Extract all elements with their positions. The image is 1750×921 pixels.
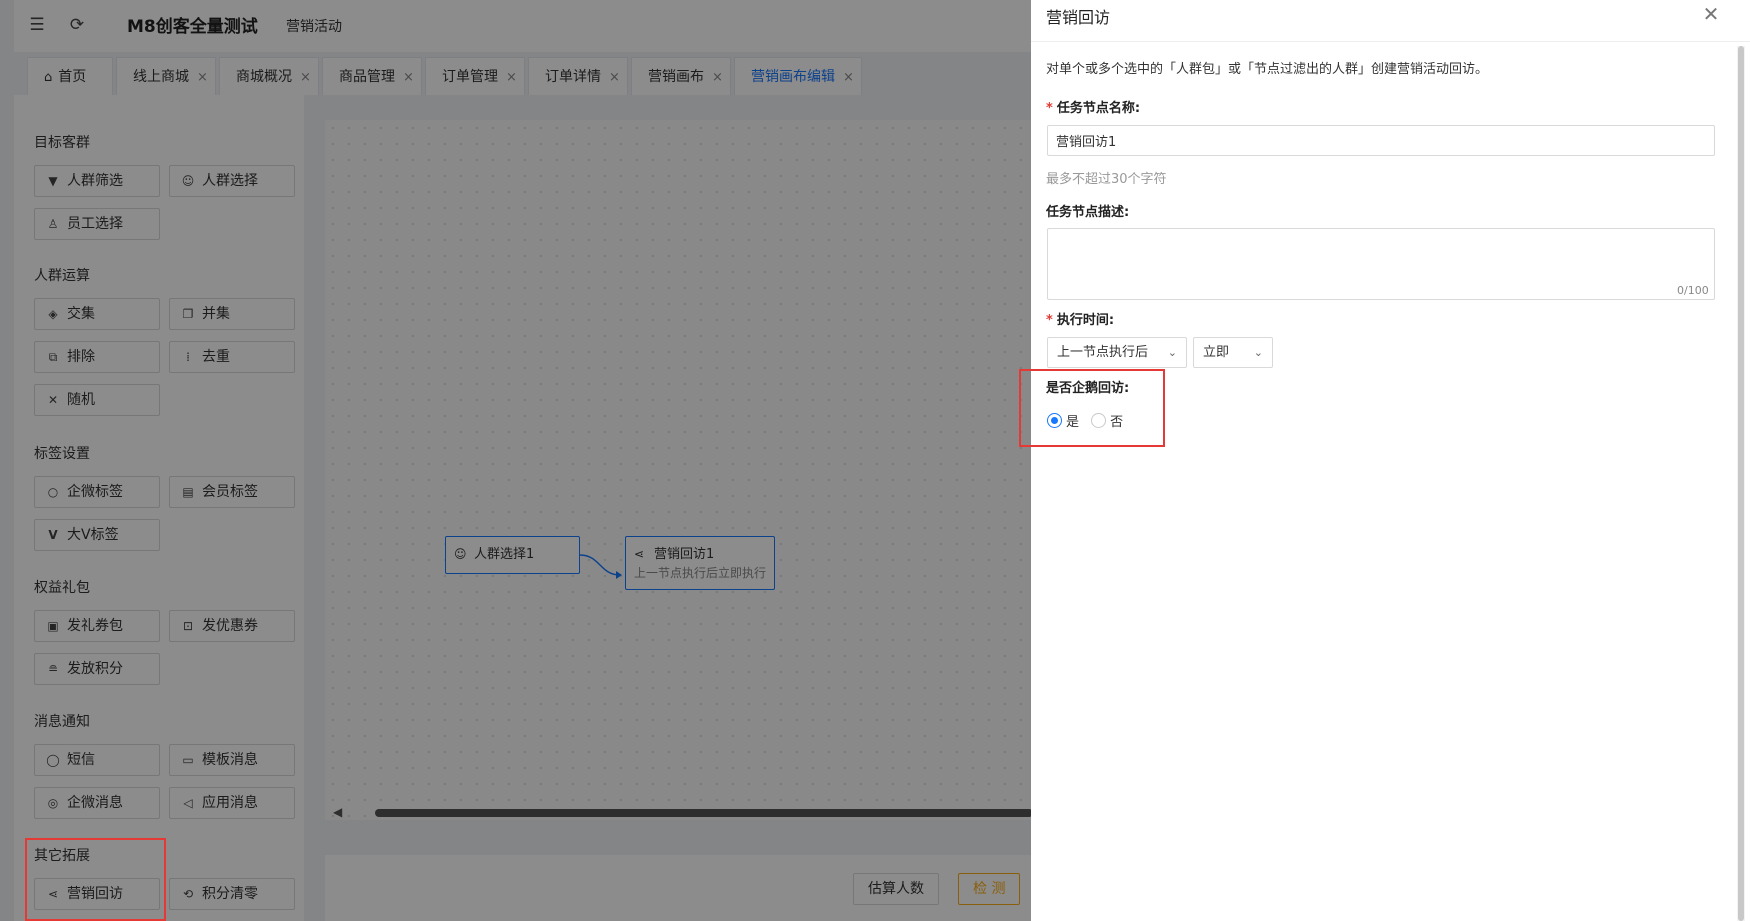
- select-value: 立即: [1203, 345, 1230, 360]
- task-desc-label: 任务节点描述:: [1046, 205, 1130, 220]
- task-name-input[interactable]: [1047, 125, 1715, 156]
- chevron-down-icon: ⌄: [1253, 346, 1263, 359]
- close-icon[interactable]: ✕: [1700, 3, 1722, 25]
- task-desc-textarea[interactable]: [1047, 228, 1715, 300]
- required-mark: *: [1046, 313, 1053, 328]
- drawer-scrollbar[interactable]: [1737, 46, 1745, 921]
- chevron-down-icon: ⌄: [1167, 346, 1177, 359]
- task-name-hint: 最多不超过30个字符: [1046, 172, 1167, 187]
- highlight-box-sidebar: [25, 838, 166, 921]
- drawer-description: 对单个或多个选中的「人群包」或「节点过滤出的人群」创建营销活动回访。: [1046, 62, 1489, 77]
- task-name-label: * 任务节点名称:: [1046, 97, 1140, 116]
- char-counter: 0/100: [1677, 284, 1709, 297]
- highlight-box-radio: [1019, 369, 1165, 447]
- exec-time-delay-select[interactable]: 立即 ⌄: [1193, 337, 1273, 368]
- exec-time-trigger-select[interactable]: 上一节点执行后 ⌄: [1047, 337, 1187, 368]
- exec-time-label: * 执行时间:: [1046, 309, 1114, 328]
- label-text: 任务节点名称:: [1056, 101, 1141, 116]
- label-text: 执行时间:: [1056, 313, 1115, 328]
- drawer-title: 营销回访: [1046, 8, 1111, 27]
- drawer-header: 营销回访 ✕: [1031, 0, 1750, 42]
- select-value: 上一节点执行后: [1057, 345, 1149, 360]
- marketing-followup-drawer: 营销回访 ✕ 对单个或多个选中的「人群包」或「节点过滤出的人群」创建营销活动回访…: [1031, 0, 1750, 921]
- required-mark: *: [1046, 101, 1053, 116]
- scrollbar-thumb[interactable]: [1738, 46, 1744, 921]
